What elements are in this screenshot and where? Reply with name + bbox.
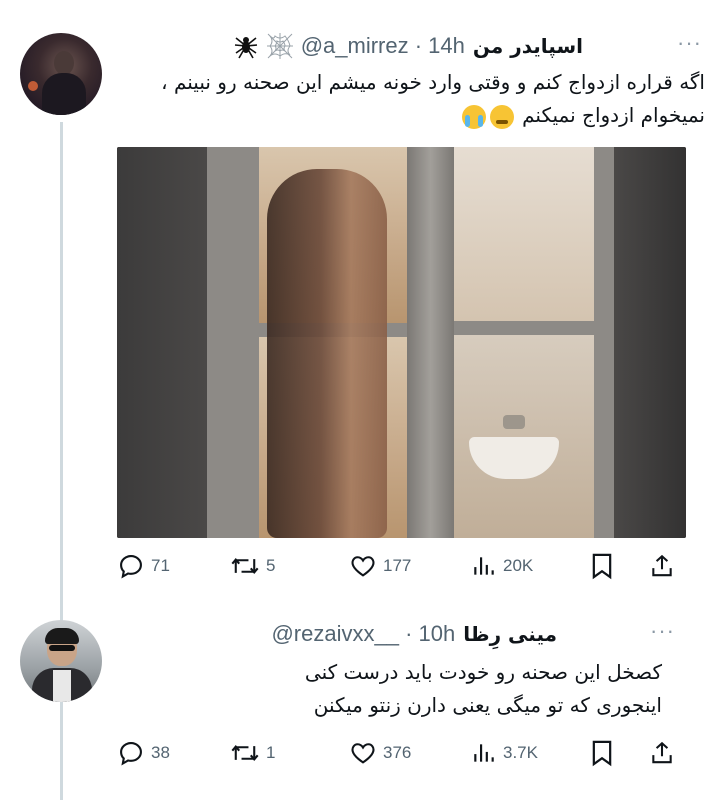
share-icon <box>652 554 672 577</box>
tweet-header: @a_mirrez · 14h اسپایدر من <box>233 33 583 59</box>
tweet-text: اگه قراره ازدواج کنم و وقتی وارد خونه می… <box>161 70 705 129</box>
bookmark-icon <box>592 553 612 580</box>
author-handle-time[interactable]: @a_mirrez · 14h <box>301 33 465 59</box>
reply-views-button[interactable]: 3.7K <box>471 740 538 766</box>
reply-icon <box>120 555 142 579</box>
share-icon <box>652 741 672 764</box>
crying-face-icon <box>461 104 486 129</box>
reply-action-bar: 38 1 376 3.7K <box>117 738 677 768</box>
repost-count: 5 <box>266 556 276 575</box>
reply-text: کصخل این صحنه رو خودت باید درست کنی اینج… <box>142 656 662 722</box>
views-chart-icon <box>474 557 494 575</box>
reply-text-line-2: اینجوری که تو میگی یعنی دارن زنتو میکنن <box>313 693 662 717</box>
reply-text-line-1: کصخل این صحنه رو خودت باید درست کنی <box>304 660 662 684</box>
reply-handle-time[interactable]: @rezaivxx__ · 10h <box>271 621 455 647</box>
reply-bookmark-button[interactable] <box>590 739 614 767</box>
reply-reply-button[interactable]: 38 <box>117 739 170 767</box>
author-avatar[interactable] <box>20 33 102 115</box>
views-chart-icon <box>474 744 494 762</box>
reply-share-button[interactable] <box>649 739 675 767</box>
reply-display-name[interactable]: مینی رِظا <box>463 622 557 646</box>
reply-icon <box>120 742 142 766</box>
saluting-face-icon <box>489 104 514 129</box>
reply-like-count: 376 <box>383 743 412 762</box>
share-button[interactable] <box>649 552 675 580</box>
repost-button[interactable]: 5 <box>230 552 275 580</box>
heart-icon <box>351 556 375 577</box>
reply-more-options-icon[interactable]: ··· <box>650 618 675 644</box>
bookmark-button[interactable] <box>590 552 614 580</box>
tweet-image[interactable] <box>117 147 686 538</box>
reply-reply-count: 38 <box>151 743 170 762</box>
reply-like-button[interactable]: 376 <box>349 739 411 767</box>
spider-icon <box>233 33 259 59</box>
repost-icon <box>231 745 259 761</box>
more-options-icon[interactable]: ··· <box>677 30 702 56</box>
views-count: 20K <box>503 556 534 575</box>
tweet-action-bar: 71 5 177 20K <box>117 551 677 581</box>
reply-author-avatar[interactable] <box>20 620 102 702</box>
like-count: 177 <box>383 556 412 575</box>
reply-count: 71 <box>151 556 170 575</box>
reply-repost-count: 1 <box>266 743 276 762</box>
bookmark-icon <box>592 740 612 767</box>
repost-icon <box>231 558 259 574</box>
reply-button[interactable]: 71 <box>117 552 170 580</box>
reply-repost-button[interactable]: 1 <box>230 739 275 767</box>
like-button[interactable]: 177 <box>349 552 411 580</box>
views-button[interactable]: 20K <box>471 553 533 579</box>
spiderweb-icon <box>266 33 293 59</box>
reply-views-count: 3.7K <box>503 743 538 762</box>
reply-header: @rezaivxx__ · 10h مینی رِظا <box>271 621 557 647</box>
heart-icon <box>351 743 375 764</box>
author-display-name[interactable]: اسپایدر من <box>473 34 583 58</box>
